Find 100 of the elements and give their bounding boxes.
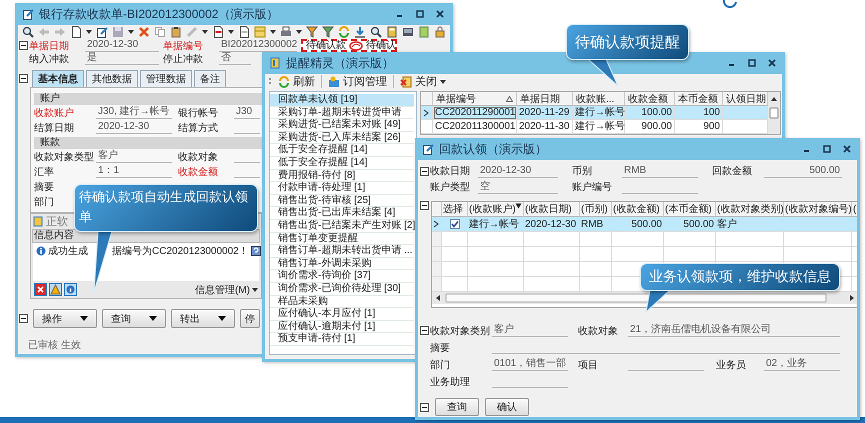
horizontal-scrollbar[interactable] [432, 292, 857, 304]
tab[interactable]: 备注 [194, 70, 226, 87]
list-item[interactable]: 费用报销-待付 [8] [270, 170, 414, 182]
search-icon[interactable] [22, 26, 34, 38]
column-header[interactable]: (收款金额) [612, 202, 664, 217]
list-item[interactable]: 销售出货-待审核 [25] [270, 194, 414, 208]
help-icon[interactable] [250, 246, 261, 256]
dropdown-button[interactable]: 操作 [33, 309, 97, 328]
input-field[interactable]: J30 [234, 106, 260, 119]
edit-icon[interactable] [96, 26, 108, 38]
list-item[interactable]: 销售订单-外调未采购 [270, 258, 414, 270]
column-header[interactable]: ( [852, 202, 857, 217]
column-header[interactable]: 本币金额 [675, 92, 723, 106]
list-item[interactable]: 询价需求-已询价待处理 [30] [270, 282, 414, 296]
list-item[interactable]: 回款单未认领 [19] [270, 94, 414, 107]
list-item[interactable]: 低于安全存提醒 [14] [270, 156, 414, 170]
tab[interactable]: 基本信息 [32, 70, 84, 87]
lock-icon[interactable] [434, 26, 446, 38]
close-icon[interactable] [843, 145, 851, 153]
column-header[interactable]: (收款对象类别) [716, 202, 784, 217]
list-item[interactable]: 销售订单变更提醒 [270, 232, 414, 246]
toolbar-button[interactable]: 关闭 [398, 74, 448, 89]
tablet-icon[interactable] [402, 26, 414, 38]
caret-icon[interactable] [228, 30, 234, 34]
list-item[interactable]: 样品未采购 [270, 296, 414, 308]
list-item[interactable]: 预支申请-待付 [1] [270, 333, 414, 346]
maximize-icon[interactable] [823, 145, 831, 153]
calculator-icon[interactable] [386, 26, 398, 38]
list-item[interactable]: 销售出货-已出库未结案 [4] [270, 207, 414, 220]
input-field[interactable]: 客户 [492, 324, 568, 337]
maximize-icon[interactable] [748, 59, 756, 67]
collapse-icon[interactable] [420, 166, 429, 176]
tab[interactable]: 待确认 [366, 41, 396, 50]
download-icon[interactable] [354, 26, 366, 38]
sort-icon[interactable] [515, 203, 522, 209]
document-icon[interactable] [212, 26, 224, 38]
list-item[interactable]: 询价需求-待询价 [37] [270, 270, 414, 283]
collapse-icon[interactable] [420, 201, 429, 210]
input-field[interactable]: J30, 建行→帐号 [96, 106, 172, 119]
search-icon[interactable] [370, 26, 382, 38]
row-header[interactable] [421, 106, 433, 120]
input-field[interactable]: 空 [478, 180, 558, 194]
column-header[interactable]: (币别) [580, 202, 612, 217]
collapse-icon[interactable] [19, 74, 28, 83]
action-button[interactable]: 确认 [485, 398, 529, 416]
list-item[interactable]: 应付确认-逾期未付 [1] [270, 320, 414, 334]
input-field[interactable]: 客户 [96, 150, 172, 163]
printer-icon[interactable] [280, 26, 292, 38]
column-header[interactable]: (本币金额) [664, 202, 716, 217]
maximize-icon[interactable] [416, 10, 424, 18]
document-icon[interactable] [238, 26, 250, 38]
dropdown-button[interactable]: 转出 [171, 309, 235, 328]
checkbox[interactable] [450, 219, 460, 229]
list-item[interactable]: 采购进货-已入库未结案 [26] [270, 132, 414, 144]
warning-icon[interactable] [49, 283, 62, 296]
list-item[interactable]: 销售出货-已结案未产生对账 [2] [270, 220, 414, 233]
caret-icon[interactable] [296, 30, 302, 34]
close-icon[interactable] [768, 59, 776, 67]
info-icon[interactable] [64, 283, 77, 296]
row-header[interactable] [432, 217, 442, 232]
input-field[interactable]: 是 [85, 52, 159, 65]
refresh-icon[interactable] [338, 26, 350, 38]
dropdown-button[interactable]: 查询 [102, 309, 166, 328]
action-button[interactable]: 查询 [435, 398, 479, 416]
caret-icon[interactable] [149, 316, 157, 321]
collapse-icon[interactable] [420, 326, 429, 335]
caret-icon[interactable] [80, 316, 88, 321]
delete-icon[interactable] [138, 26, 150, 38]
sheet-icon[interactable] [254, 26, 266, 38]
column-header[interactable]: 收款账... [573, 92, 625, 106]
collapse-icon[interactable] [19, 41, 28, 50]
caret-icon[interactable] [86, 30, 92, 34]
list-item[interactable]: 付款申请-待处理 [1] [270, 182, 414, 195]
input-field[interactable]: 2020-12-30 [96, 121, 172, 134]
caret-icon[interactable] [202, 30, 208, 34]
input-field[interactable]: 500.00 [764, 164, 842, 178]
input-field[interactable]: 1：1 [96, 165, 172, 178]
input-field[interactable]: RMB [622, 164, 698, 178]
toolbar-button[interactable]: 订阅管理 [326, 74, 389, 89]
input-field[interactable]: 否 [219, 52, 251, 65]
caret-icon[interactable] [270, 30, 276, 34]
column-header[interactable]: 单据日期 [517, 92, 573, 106]
column-header[interactable]: 收款金额 [625, 92, 675, 106]
column-header[interactable]: 认领日期 [723, 92, 768, 106]
close-icon[interactable] [436, 10, 444, 18]
input-field[interactable]: 0101，销售一部 [492, 358, 568, 371]
refresh-icon[interactable] [278, 76, 290, 88]
tab[interactable]: 其他数据 [86, 70, 138, 87]
edit-icon[interactable] [22, 8, 34, 20]
dropdown-button[interactable]: 停 [240, 309, 260, 328]
collapse-icon[interactable] [19, 314, 28, 323]
input-field[interactable]: 2020-12-30 [478, 164, 558, 178]
tab[interactable]: 待确认款 [306, 41, 346, 50]
column-header[interactable]: (收款对象编号) [784, 202, 852, 217]
error-icon[interactable] [34, 283, 47, 296]
list-item[interactable]: 低于安全存提醒 [14] [270, 144, 414, 157]
clipboard-icon[interactable] [170, 26, 182, 38]
column-header[interactable]: 单据编号 [433, 92, 517, 106]
column-header[interactable]: (收款账户) [468, 202, 524, 217]
list-item[interactable]: 应付确认-本月应付 [1] [270, 308, 414, 321]
